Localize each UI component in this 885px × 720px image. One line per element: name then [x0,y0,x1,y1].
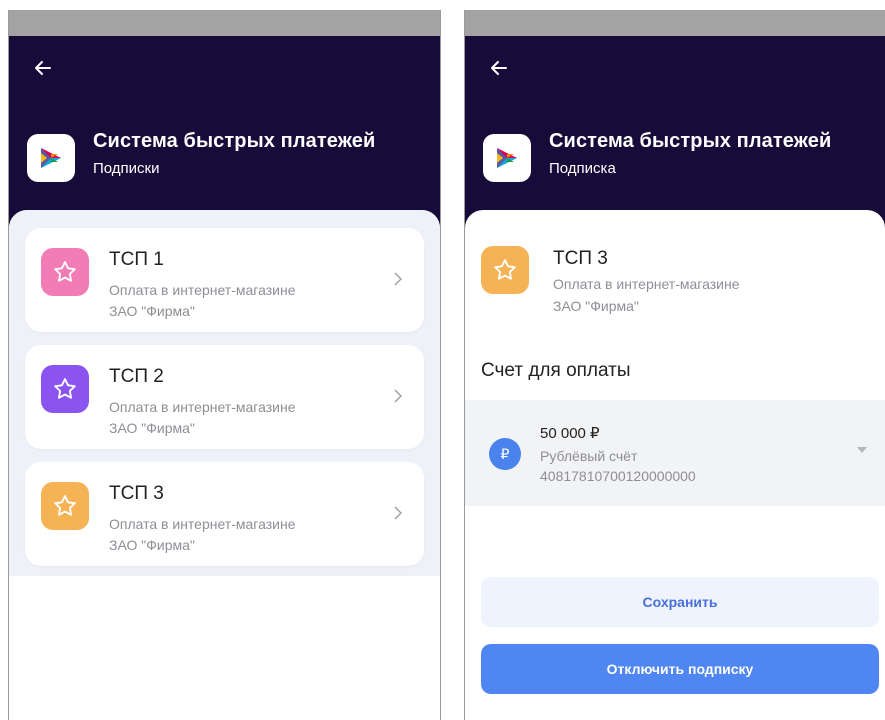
status-bar [465,10,885,36]
account-number: 40817810700120000000 [540,468,696,484]
item-description: Оплата в интернет-магазине [109,516,296,532]
disable-subscription-button[interactable]: Отключить подписку [481,644,879,694]
back-arrow-icon[interactable] [487,56,511,80]
merchant-company: ЗАО "Фирма" [553,298,639,314]
subscription-item-tsp3[interactable]: ТСП 3 Оплата в интернет-магазине ЗАО "Фи… [25,462,424,566]
detail-sheet: ТСП 3 Оплата в интернет-магазине ЗАО "Фи… [465,210,885,720]
item-title: ТСП 3 [109,483,164,504]
account-type: Рублёвый счёт [540,448,638,464]
merchant-description: Оплата в интернет-магазине [553,276,740,292]
account-selector[interactable]: ₽ 50 000 ₽ Рублёвый счёт 408178107001200… [465,400,885,506]
star-icon [41,482,89,530]
subscription-detail-screen: Система быстрых платежей Подписка ТСП 3 … [464,10,885,720]
sbp-logo-icon [483,134,531,182]
page-title: Система быстрых платежей [93,130,376,152]
account-balance: 50 000 ₽ [540,425,600,442]
dropdown-caret-icon [857,447,867,453]
page-subtitle: Подписка [549,160,616,177]
chevron-right-icon [394,387,403,408]
item-company: ЗАО "Фирма" [109,420,195,436]
subscriptions-screen: Система быстрых платежей Подписки ТСП 1 … [8,10,441,720]
chevron-right-icon [394,270,403,291]
item-title: ТСП 2 [109,366,164,387]
item-company: ЗАО "Фирма" [109,537,195,553]
subscription-item-tsp2[interactable]: ТСП 2 Оплата в интернет-магазине ЗАО "Фи… [25,345,424,449]
back-arrow-icon[interactable] [31,56,55,80]
status-bar [9,10,440,36]
page-subtitle: Подписки [93,160,160,177]
star-icon [41,248,89,296]
item-company: ЗАО "Фирма" [109,303,195,319]
save-button[interactable]: Сохранить [481,577,879,627]
chevron-right-icon [394,504,403,525]
section-title-account: Счет для оплаты [481,360,631,381]
star-icon [41,365,89,413]
ruble-icon: ₽ [489,438,521,470]
item-description: Оплата в интернет-магазине [109,399,296,415]
star-icon [481,246,529,294]
page-title: Система быстрых платежей [549,130,832,152]
subscriptions-sheet: ТСП 1 Оплата в интернет-магазине ЗАО "Фи… [9,210,440,720]
subscriptions-list: ТСП 1 Оплата в интернет-магазине ЗАО "Фи… [9,210,440,576]
subscription-item-tsp1[interactable]: ТСП 1 Оплата в интернет-магазине ЗАО "Фи… [25,228,424,332]
sbp-logo-icon [27,134,75,182]
item-description: Оплата в интернет-магазине [109,282,296,298]
merchant-title: ТСП 3 [553,248,608,269]
item-title: ТСП 1 [109,249,164,270]
